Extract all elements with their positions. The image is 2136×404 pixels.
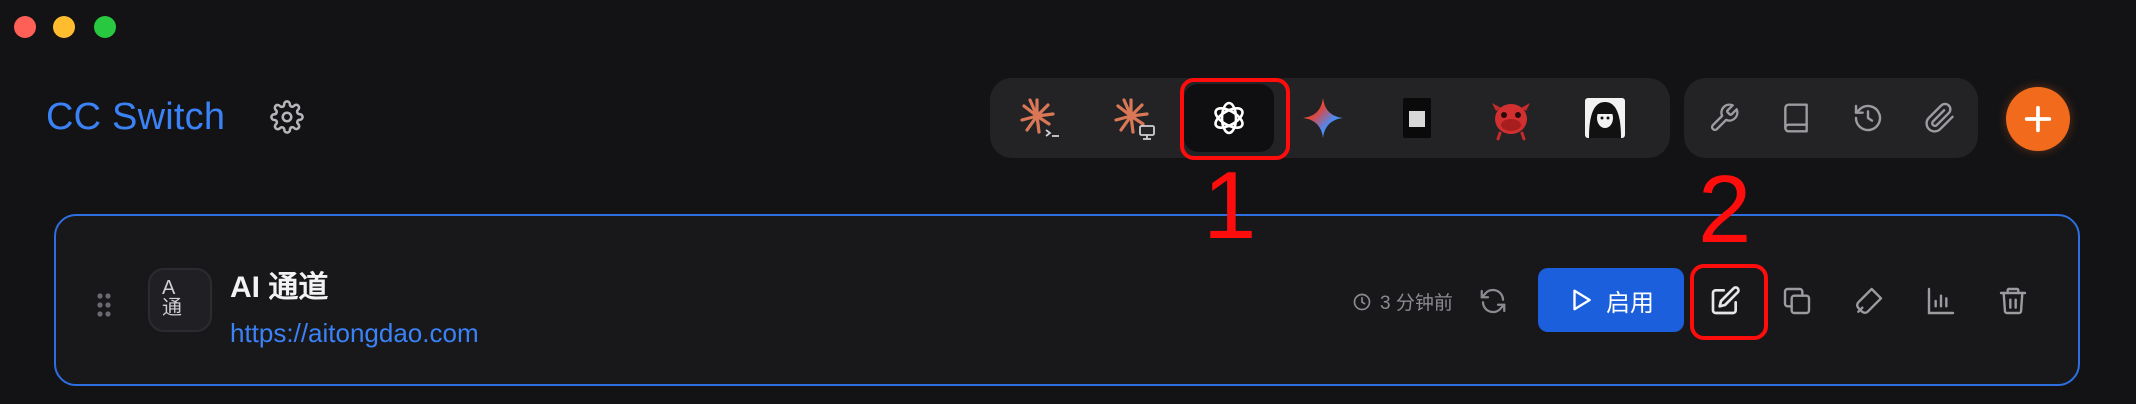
enable-button[interactable]: 启用 [1538, 268, 1684, 332]
refresh-icon[interactable] [1478, 286, 1508, 316]
window-minimize-button[interactable] [53, 16, 75, 38]
history-icon[interactable] [1848, 98, 1888, 138]
square-app-icon [1399, 96, 1435, 140]
window-close-button[interactable] [14, 16, 36, 38]
app-title: CC Switch [46, 96, 226, 138]
duplicate-icon[interactable] [1778, 282, 1816, 320]
app-7-button[interactable] [1560, 84, 1650, 152]
app-claude-code-button[interactable] [996, 84, 1086, 152]
add-provider-button[interactable] [2006, 87, 2070, 151]
provider-avatar: A 通 [148, 268, 212, 332]
provider-name: AI 通道 [230, 271, 329, 304]
claude-terminal-icon [1017, 94, 1065, 142]
app-claude-desktop-button[interactable] [1090, 84, 1180, 152]
play-icon [1568, 287, 1594, 313]
annotation-box-2 [1690, 264, 1768, 340]
paperclip-icon[interactable] [1920, 98, 1960, 138]
tools-toolbar [1684, 78, 1978, 158]
provider-url-link[interactable]: https://aitongdao.com [230, 318, 479, 349]
annotation-box-1 [1180, 78, 1290, 160]
book-icon[interactable] [1776, 98, 1816, 138]
wrench-icon[interactable] [1704, 98, 1744, 138]
clock-icon [1352, 292, 1372, 312]
app-switcher [990, 78, 1670, 158]
trash-icon[interactable] [1994, 282, 2032, 320]
red-creature-icon [1488, 95, 1534, 141]
plus-icon [2021, 102, 2055, 136]
portrait-app-icon [1585, 98, 1625, 138]
app-6-button[interactable] [1466, 84, 1556, 152]
app-gemini-button[interactable] [1278, 84, 1368, 152]
drag-handle-icon[interactable] [96, 292, 112, 318]
claude-desktop-icon [1111, 94, 1159, 142]
enable-label: 启用 [1606, 289, 1654, 317]
gemini-icon [1301, 96, 1345, 140]
annotation-number-1: 1 [1203, 152, 1257, 259]
last-used-text: 3 分钟前 [1380, 293, 1453, 314]
app-5-button[interactable] [1372, 84, 1462, 152]
test-icon[interactable] [1850, 282, 1888, 320]
last-used: 3 分钟前 [1352, 288, 1453, 315]
usage-chart-icon[interactable] [1922, 282, 1960, 320]
window-zoom-button[interactable] [94, 16, 116, 38]
annotation-number-2: 2 [1698, 156, 1752, 263]
provider-card[interactable]: A 通 AI 通道 https://aitongdao.com 3 分钟前 启用 [54, 214, 2080, 386]
gear-icon[interactable] [270, 100, 304, 134]
